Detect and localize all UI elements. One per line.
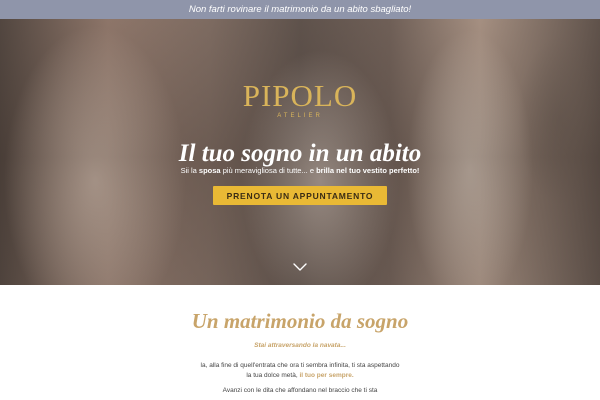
section-paragraph-2: Avanzi con le dita che affondano nel bra… [222,387,378,394]
hero-sub-text-1: Sii la [180,166,199,175]
paragraph-1-highlight: il tuo per sempre. [299,372,354,379]
announcement-bar: Non farti rovinare il matrimonio da un a… [0,0,600,19]
hero-sub-highlight-brilla: brilla nel tuo vestito perfetto! [316,166,420,175]
intro-section: Un matrimonio da sogno Stai attraversand… [0,285,600,400]
section-paragraph-1: la, alla fine di quell'entrata che ora t… [200,361,400,381]
brand-logo[interactable]: PIPOLO [0,80,600,112]
hero-subheadline: Sii la sposa più meravigliosa di tutte..… [0,166,600,175]
hero-sub-text-2: più meravigliosa di tutte... e [220,166,317,175]
section-title: Un matrimonio da sogno [191,309,409,333]
hero-section: PIPOLO ATELIER Il tuo sogno in un abito … [0,0,600,285]
hero-sub-highlight-sposa: sposa [198,166,221,175]
hero-headline: Il tuo sogno in un abito [178,140,422,167]
book-appointment-button[interactable]: PRENOTA UN APPUNTAMENTO [213,186,387,205]
section-kicker: Stai attraversando la navata... [254,342,346,349]
announcement-text: Non farti rovinare il matrimonio da un a… [188,4,412,15]
chevron-down-icon[interactable] [292,262,308,272]
brand-logo-subtitle: ATELIER [277,113,323,119]
